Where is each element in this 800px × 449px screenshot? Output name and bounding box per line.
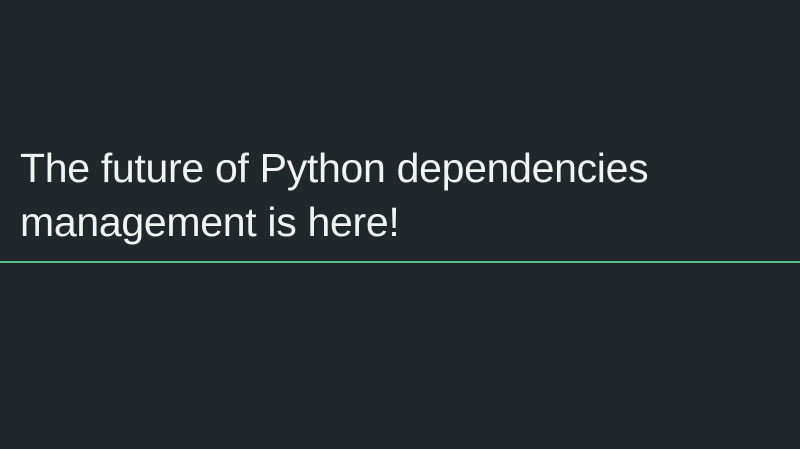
- accent-divider-line: [0, 261, 800, 263]
- slide-title: The future of Python dependencies manage…: [20, 141, 790, 249]
- slide: The future of Python dependencies manage…: [0, 0, 800, 449]
- slide-title-line-2: management is here!: [20, 199, 400, 245]
- slide-title-line-1: The future of Python dependencies: [20, 145, 649, 191]
